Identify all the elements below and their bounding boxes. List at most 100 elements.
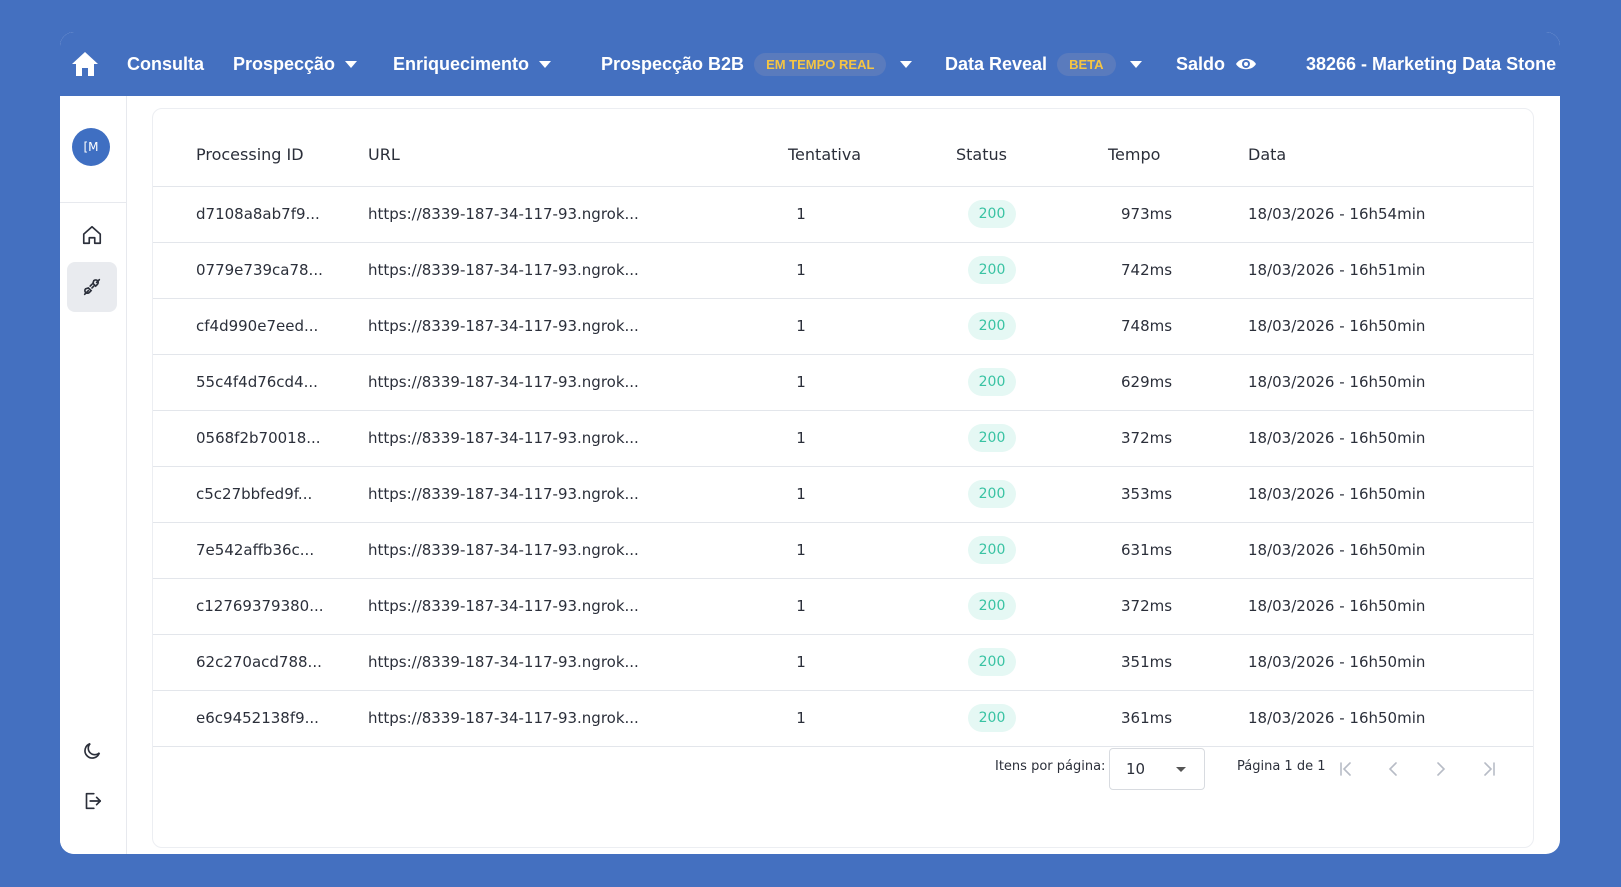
- status-badge: 200: [968, 312, 1016, 340]
- beta-badge: BETA: [1057, 52, 1116, 76]
- home-icon: [72, 52, 98, 76]
- table-row[interactable]: 7e542affb36c... https://8339-187-34-117-…: [153, 522, 1533, 579]
- table-row[interactable]: 62c270acd788... https://8339-187-34-117-…: [153, 634, 1533, 691]
- status-badge: 200: [968, 480, 1016, 508]
- cell-tentativa: 1: [728, 354, 928, 411]
- column-header-url[interactable]: URL: [368, 109, 728, 187]
- next-page-icon: [1437, 762, 1446, 776]
- nav-consulta[interactable]: Consulta: [127, 32, 204, 96]
- app-window: Consulta Prospecção Enriquecimento Prosp…: [60, 32, 1560, 854]
- items-per-page-select[interactable]: 10: [1109, 748, 1205, 790]
- column-header-tentativa[interactable]: Tentativa: [728, 109, 928, 187]
- last-page-icon: [1484, 762, 1495, 776]
- home-icon: [82, 225, 102, 245]
- chevron-down-icon: [539, 60, 552, 68]
- cell-tempo: 631ms: [1088, 522, 1248, 579]
- cell-url: https://8339-187-34-117-93.ngrok...: [368, 186, 728, 243]
- first-page-icon: [1340, 762, 1351, 776]
- nav-enriquecimento-label: Enriquecimento: [393, 53, 530, 74]
- cell-processing-id: 55c4f4d76cd4...: [153, 354, 368, 411]
- cell-tentativa: 1: [728, 242, 928, 299]
- cell-data: 18/03/2026 - 16h50min: [1248, 298, 1533, 355]
- status-badge: 200: [968, 368, 1016, 396]
- table-row[interactable]: cf4d990e7eed... https://8339-187-34-117-…: [153, 298, 1533, 355]
- table-row[interactable]: 0779e739ca78... https://8339-187-34-117-…: [153, 242, 1533, 299]
- cell-data: 18/03/2026 - 16h50min: [1248, 522, 1533, 579]
- table-row[interactable]: 55c4f4d76cd4... https://8339-187-34-117-…: [153, 354, 1533, 411]
- column-header-data[interactable]: Data: [1248, 109, 1533, 187]
- cell-tentativa: 1: [728, 634, 928, 691]
- nav-data-reveal[interactable]: Data Reveal BETA: [945, 32, 1142, 96]
- cell-processing-id: 7e542affb36c...: [153, 522, 368, 579]
- column-header-status[interactable]: Status: [928, 109, 1088, 187]
- items-per-page-value: 10: [1126, 760, 1146, 778]
- eye-icon[interactable]: [1235, 56, 1257, 72]
- cell-tentativa: 1: [728, 186, 928, 243]
- cell-data: 18/03/2026 - 16h54min: [1248, 186, 1533, 243]
- cell-processing-id: c5c27bbfed9f...: [153, 466, 368, 523]
- pagination: Itens por página: 10 Página 1 de 1: [153, 729, 1533, 809]
- cell-processing-id: 62c270acd788...: [153, 634, 368, 691]
- cell-status: 200: [928, 186, 1088, 243]
- status-badge: 200: [968, 592, 1016, 620]
- cell-status: 200: [928, 242, 1088, 299]
- cell-status: 200: [928, 634, 1088, 691]
- nav-enriquecimento[interactable]: Enriquecimento: [393, 32, 552, 96]
- top-nav: Consulta Prospecção Enriquecimento Prosp…: [60, 32, 1560, 96]
- page-info: Página 1 de 1: [1237, 759, 1326, 774]
- table-row[interactable]: 0568f2b70018... https://8339-187-34-117-…: [153, 410, 1533, 467]
- cell-url: https://8339-187-34-117-93.ngrok...: [368, 634, 728, 691]
- avatar[interactable]: [M: [72, 128, 110, 166]
- nav-saldo[interactable]: Saldo: [1176, 32, 1257, 96]
- nav-prospeccao[interactable]: Prospecção: [233, 32, 358, 96]
- cell-tempo: 973ms: [1088, 186, 1248, 243]
- table-row[interactable]: c12769379380... https://8339-187-34-117-…: [153, 578, 1533, 635]
- prev-page-button[interactable]: [1379, 755, 1407, 783]
- sidebar: [M: [60, 96, 127, 854]
- cell-processing-id: c12769379380...: [153, 578, 368, 635]
- moon-icon: [84, 742, 101, 759]
- dark-mode-toggle[interactable]: [67, 726, 117, 776]
- logout-button[interactable]: [67, 776, 117, 826]
- logs-table: Processing ID URL Tentativa Status Tempo…: [153, 109, 1533, 747]
- avatar-text: [M: [83, 140, 99, 154]
- realtime-badge: EM TEMPO REAL: [754, 52, 887, 76]
- logout-icon: [85, 792, 102, 810]
- sidebar-item-integrations[interactable]: [67, 262, 117, 312]
- status-badge: 200: [968, 424, 1016, 452]
- nav-prospeccao-b2b-label: Prospecção B2B: [601, 53, 745, 74]
- prev-page-icon: [1388, 762, 1397, 776]
- table-header-row: Processing ID URL Tentativa Status Tempo…: [153, 109, 1533, 187]
- cell-status: 200: [928, 522, 1088, 579]
- nav-consulta-label: Consulta: [127, 53, 205, 74]
- cell-url: https://8339-187-34-117-93.ngrok...: [368, 410, 728, 467]
- cell-tentativa: 1: [728, 578, 928, 635]
- cell-processing-id: 0779e739ca78...: [153, 242, 368, 299]
- chevron-down-icon: [900, 60, 913, 68]
- cell-data: 18/03/2026 - 16h50min: [1248, 354, 1533, 411]
- cell-data: 18/03/2026 - 16h50min: [1248, 410, 1533, 467]
- cell-status: 200: [928, 578, 1088, 635]
- status-badge: 200: [968, 704, 1016, 732]
- cell-tentativa: 1: [728, 522, 928, 579]
- table-row[interactable]: d7108a8ab7f9... https://8339-187-34-117-…: [153, 186, 1533, 243]
- next-page-button[interactable]: [1427, 755, 1455, 783]
- column-header-processing-id[interactable]: Processing ID: [153, 109, 368, 187]
- cell-status: 200: [928, 298, 1088, 355]
- table-row[interactable]: c5c27bbfed9f... https://8339-187-34-117-…: [153, 466, 1533, 523]
- cell-url: https://8339-187-34-117-93.ngrok...: [368, 522, 728, 579]
- nav-prospeccao-b2b[interactable]: Prospecção B2B EM TEMPO REAL: [601, 32, 913, 96]
- first-page-button[interactable]: [1332, 755, 1360, 783]
- cell-tempo: 372ms: [1088, 410, 1248, 467]
- plug-icon: [83, 278, 101, 296]
- cell-tempo: 351ms: [1088, 634, 1248, 691]
- account-name[interactable]: 38266 - Marketing Data Stone: [1306, 32, 1556, 96]
- cell-processing-id: d7108a8ab7f9...: [153, 186, 368, 243]
- column-header-tempo[interactable]: Tempo: [1088, 109, 1248, 187]
- last-page-button[interactable]: [1475, 755, 1503, 783]
- cell-tempo: 742ms: [1088, 242, 1248, 299]
- chevron-down-icon: [345, 60, 358, 68]
- sidebar-item-home[interactable]: [67, 210, 117, 260]
- cell-status: 200: [928, 466, 1088, 523]
- home-nav-button[interactable]: [70, 32, 100, 96]
